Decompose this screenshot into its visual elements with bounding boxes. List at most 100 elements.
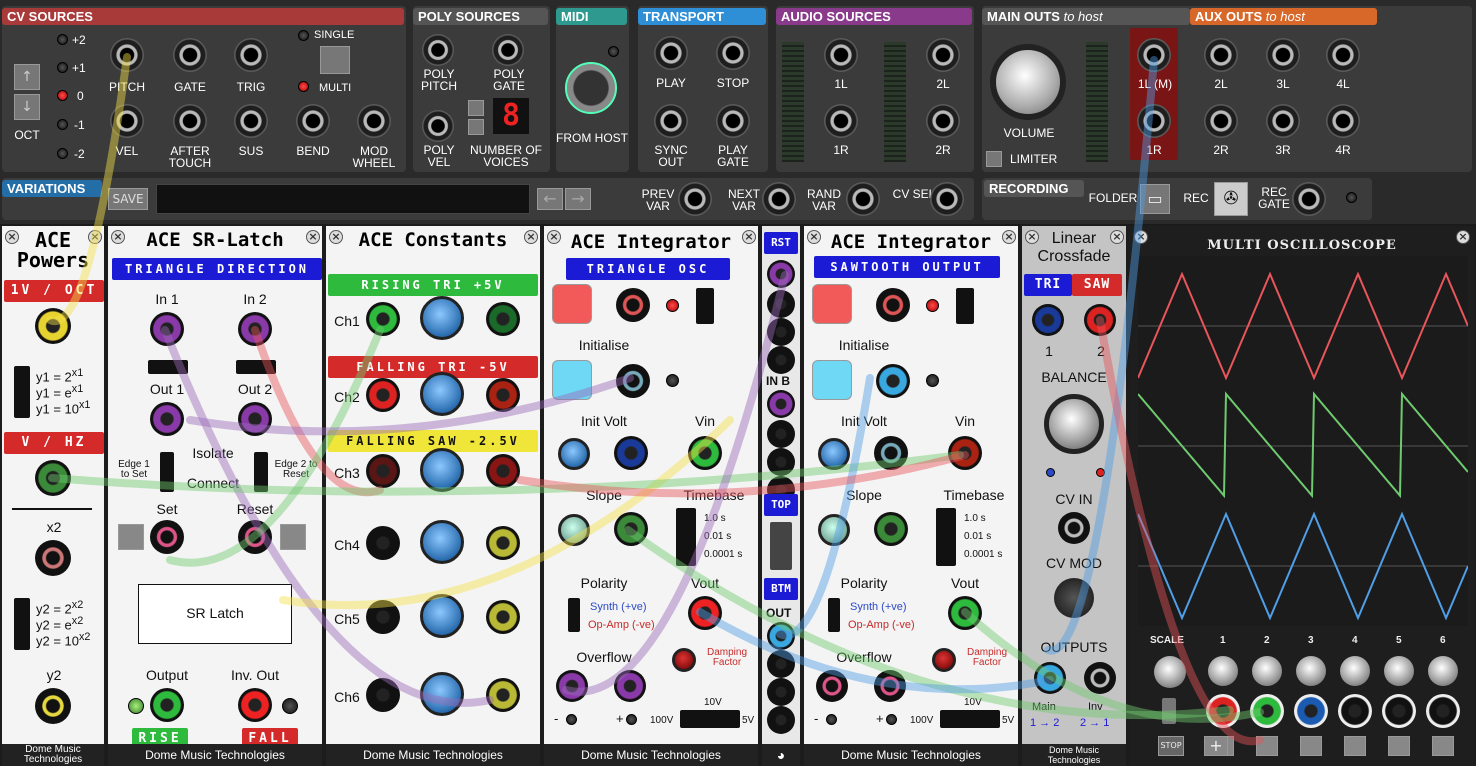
constants-ch2-input-jack[interactable] (366, 378, 400, 412)
scope-ch1-input-jack[interactable] (1206, 694, 1240, 728)
audio-2l-jack[interactable] (926, 38, 960, 72)
integrator2-initialise-pad[interactable] (812, 360, 852, 400)
scope-ch2-button[interactable] (1256, 736, 1278, 756)
constants-ch3-output-jack[interactable] (486, 454, 520, 488)
powers-x2-jack[interactable] (35, 540, 71, 576)
constants-ch2-knob[interactable] (420, 372, 464, 416)
integrator2-trigger-jack[interactable] (876, 288, 910, 322)
rec-icon[interactable]: ✇ (1214, 182, 1248, 216)
scope-ch2-knob[interactable] (1252, 656, 1282, 686)
balance-knob[interactable] (1044, 394, 1104, 454)
audio-1l-jack[interactable] (824, 38, 858, 72)
sus-jack[interactable] (234, 104, 268, 138)
constants-ch1-input-jack[interactable] (366, 302, 400, 336)
scope-ch3-knob[interactable] (1296, 656, 1326, 686)
scale-knob[interactable] (1154, 656, 1186, 688)
prev-arrow-button[interactable]: ← (537, 188, 563, 210)
inv-out-jack[interactable] (238, 688, 272, 722)
constants-ch5-input-jack[interactable] (366, 600, 400, 634)
scope-ch1-knob[interactable] (1208, 656, 1238, 686)
scope-ch4-input-jack[interactable] (1338, 694, 1372, 728)
constants-ch6-input-jack[interactable] (366, 678, 400, 712)
trig-jack[interactable] (234, 38, 268, 72)
integrator2-vout-jack[interactable] (948, 596, 982, 630)
audio-1r-jack[interactable] (824, 104, 858, 138)
integrator2-timebase-switch[interactable] (936, 508, 956, 566)
powers-y2-jack[interactable] (35, 688, 71, 724)
constants-ch5-knob[interactable] (420, 594, 464, 638)
scope-ch6-input-jack[interactable] (1426, 694, 1460, 728)
integrator1-initialise-jack[interactable] (616, 364, 650, 398)
pitch-jack[interactable] (110, 38, 144, 72)
poly-vel-jack[interactable] (422, 110, 454, 142)
integrator2-initvolt-jack[interactable] (874, 436, 908, 470)
integrator1-initvolt-jack[interactable] (614, 436, 648, 470)
constants-ch6-output-jack[interactable] (486, 678, 520, 712)
constants-ch3-knob[interactable] (420, 448, 464, 492)
gate-jack[interactable] (173, 38, 207, 72)
output-jack[interactable] (150, 688, 184, 722)
voices-down-button[interactable] (468, 119, 484, 135)
integrator1-range-switch[interactable] (680, 710, 740, 728)
oct-up-button[interactable]: ↑ (14, 64, 40, 90)
switch-jack-11[interactable] (767, 678, 795, 706)
folder-icon[interactable]: ▭ (1140, 184, 1170, 214)
integrator1-overflow-plus-jack[interactable] (614, 670, 646, 702)
main-out-jack[interactable] (1034, 662, 1066, 694)
integrator2-slope-jack[interactable] (874, 512, 908, 546)
integrator2-mode-switch[interactable] (956, 288, 974, 324)
cv-sel-jack[interactable] (930, 182, 964, 216)
constants-ch2-output-jack[interactable] (486, 378, 520, 412)
integrator1-slope-knob[interactable] (558, 514, 590, 546)
scope-ch6-knob[interactable] (1428, 656, 1458, 686)
play-jack[interactable] (654, 36, 688, 70)
set-button[interactable] (118, 524, 144, 550)
scope-ch5-button[interactable] (1388, 736, 1410, 756)
integrator1-trigger-jack[interactable] (616, 288, 650, 322)
in2-jack[interactable] (238, 312, 272, 346)
switch-jack-10[interactable] (767, 650, 795, 678)
in1-jack[interactable] (150, 312, 184, 346)
next-arrow-button[interactable]: → (565, 188, 591, 210)
rec-gate-jack[interactable] (1292, 182, 1326, 216)
scope-ch3-button[interactable] (1300, 736, 1322, 756)
integrator1-initvolt-knob[interactable] (558, 438, 590, 470)
cv-in-jack[interactable] (1058, 512, 1090, 544)
integrator2-initvolt-knob[interactable] (818, 438, 850, 470)
switch-jack-4[interactable] (767, 346, 795, 374)
scope-ch3-input-jack[interactable] (1294, 694, 1328, 728)
rand-var-jack[interactable] (846, 182, 880, 216)
aux-2r-jack[interactable] (1204, 104, 1238, 138)
integrator2-overflow-minus-jack[interactable] (816, 670, 848, 702)
scope-ch6-button[interactable] (1432, 736, 1454, 756)
vel-jack[interactable] (110, 104, 144, 138)
switch-jack-9[interactable] (767, 622, 795, 650)
integrator2-run-pad[interactable] (812, 284, 852, 324)
switch-jack-5[interactable] (767, 390, 795, 418)
integrator2-initialise-jack[interactable] (876, 364, 910, 398)
stop-jack[interactable] (716, 36, 750, 70)
edge1-switch[interactable] (148, 360, 188, 374)
switch-jack-6[interactable] (767, 420, 795, 448)
main-1l-jack[interactable] (1137, 38, 1171, 72)
integrator1-polarity-switch[interactable] (568, 598, 580, 632)
integrator1-vout-jack[interactable] (688, 596, 722, 630)
prev-var-jack[interactable] (678, 182, 712, 216)
inv-out-jack[interactable] (1084, 662, 1116, 694)
crossfade-in1-jack[interactable] (1032, 304, 1064, 336)
out2-jack[interactable] (238, 402, 272, 436)
audio-2r-jack[interactable] (926, 104, 960, 138)
out1-jack[interactable] (150, 402, 184, 436)
crossfade-in2-jack[interactable] (1084, 304, 1116, 336)
powers-mode-switch-2[interactable] (14, 598, 30, 650)
top-btm-switch[interactable] (770, 522, 792, 570)
switch-jack-2[interactable] (767, 290, 795, 318)
switch-jack-12[interactable] (767, 706, 795, 734)
set-jack[interactable] (150, 520, 184, 554)
constants-ch4-output-jack[interactable] (486, 526, 520, 560)
constants-ch6-knob[interactable] (420, 672, 464, 716)
integrator1-mode-switch[interactable] (696, 288, 714, 324)
sync-out-jack[interactable] (654, 104, 688, 138)
integrator1-vin-jack[interactable] (688, 436, 722, 470)
integrator1-overflow-minus-jack[interactable] (556, 670, 588, 702)
